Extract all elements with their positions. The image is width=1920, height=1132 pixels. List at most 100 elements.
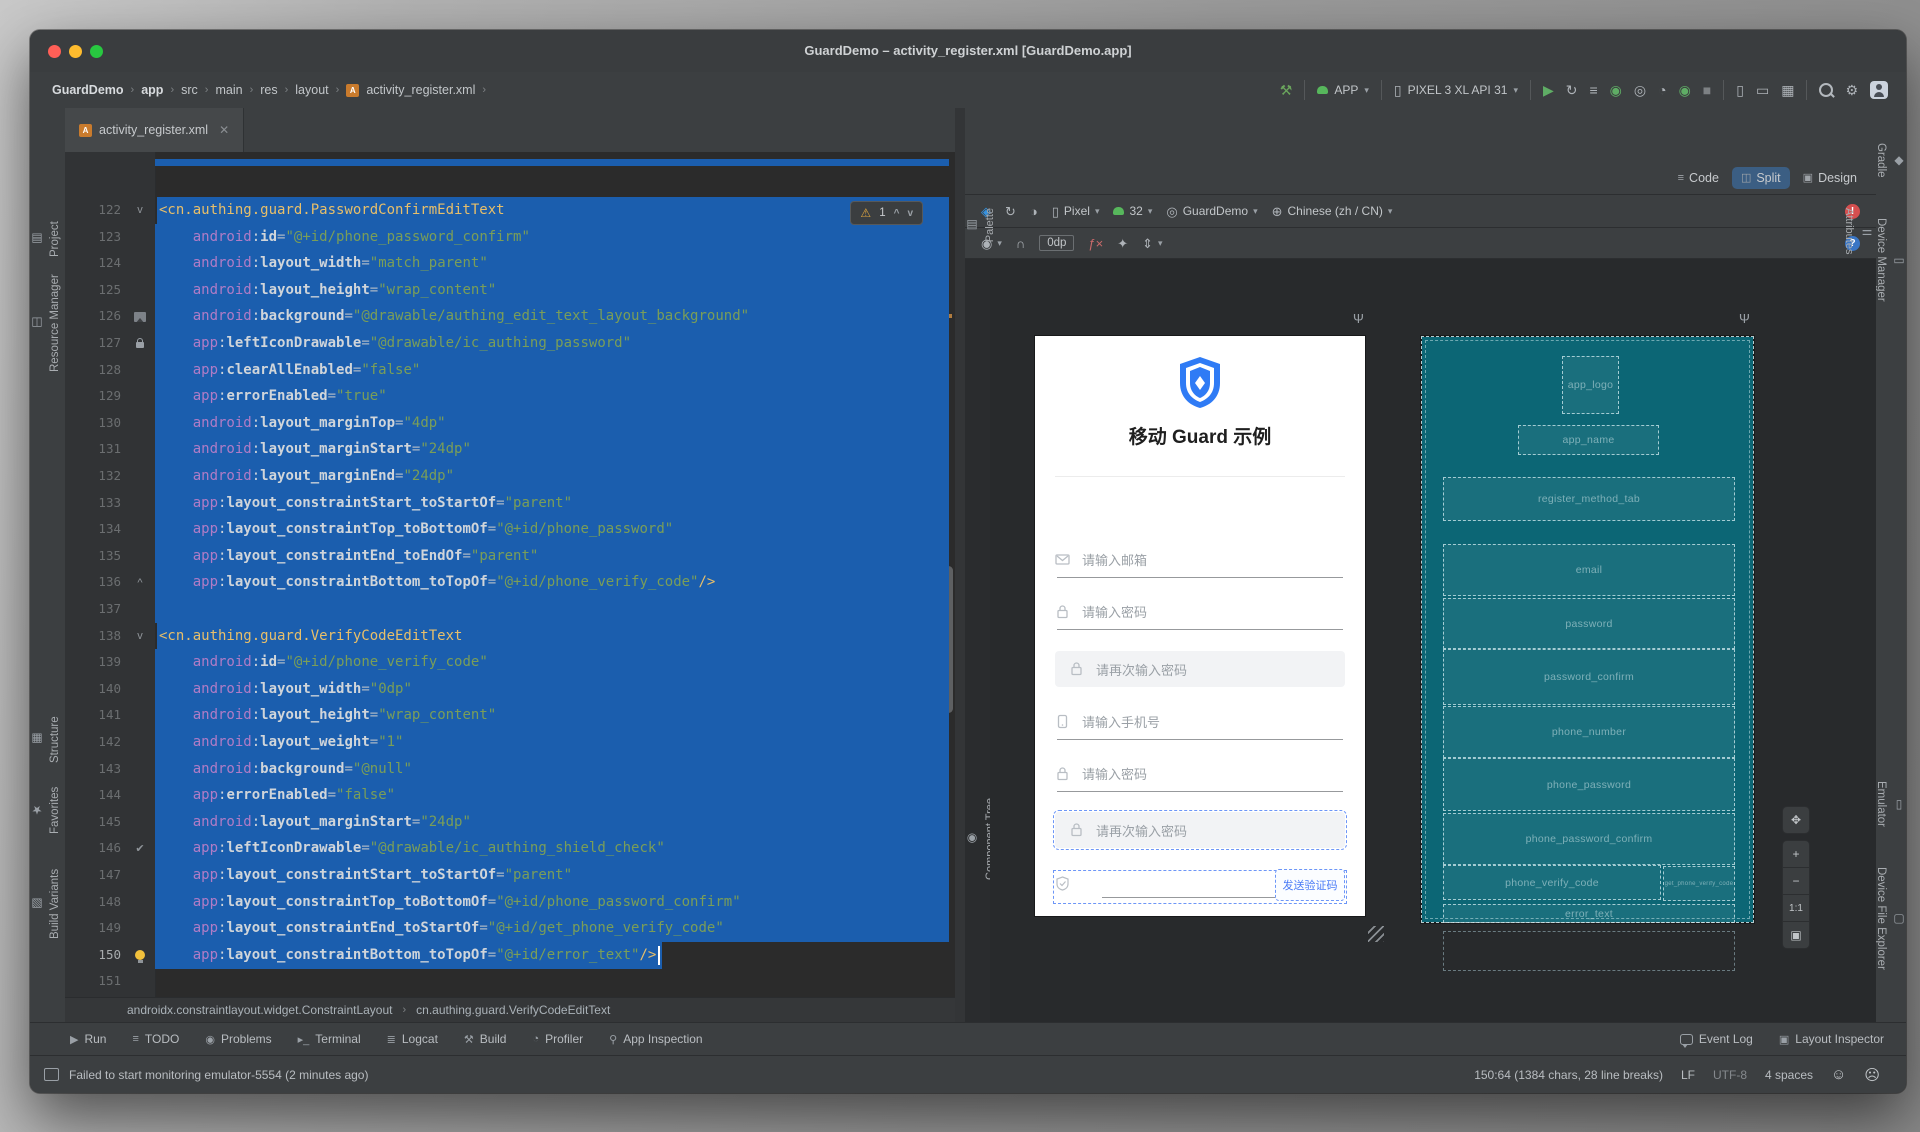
- line-ending[interactable]: LF: [1681, 1068, 1695, 1082]
- breadcrumb-item-main[interactable]: main: [215, 83, 242, 97]
- run-icon[interactable]: ▶: [1543, 83, 1554, 97]
- preview-field-phone-password-confirm[interactable]: 请再次输入密码: [1053, 810, 1347, 850]
- gutter-fold-close-icon[interactable]: ^: [127, 569, 153, 596]
- tool-window-switcher-icon[interactable]: [44, 1068, 59, 1081]
- feedback-happy-icon[interactable]: ☺: [1831, 1066, 1846, 1083]
- blueprint-box-app_logo[interactable]: app_logo: [1562, 356, 1619, 414]
- preview-field-password-confirm[interactable]: 请再次输入密码: [1055, 651, 1345, 687]
- sdk-manager-icon[interactable]: ▦: [1781, 83, 1794, 97]
- sidebar-item-build-variants[interactable]: ▧ Build Variants: [30, 839, 65, 969]
- blueprint-box-email[interactable]: email: [1443, 544, 1735, 596]
- code-line-141[interactable]: 141 android:layout_height="wrap_content": [65, 702, 955, 730]
- mode-design-button[interactable]: ▣ Design: [1794, 167, 1866, 189]
- api-select[interactable]: 32 ▾: [1113, 204, 1152, 218]
- palette-tab[interactable]: ▤ Palette: [965, 208, 996, 242]
- toolwindow-event-log[interactable]: Event Log: [1679, 1032, 1753, 1048]
- code-line-124[interactable]: 124 android:layout_width="match_parent": [65, 250, 955, 278]
- code-line-150[interactable]: 150 app:layout_constraintBottom_toTopOf=…: [65, 941, 955, 969]
- send-code-button[interactable]: 发送验证码: [1275, 869, 1345, 901]
- apply-code-changes-icon[interactable]: ≡: [1589, 83, 1597, 97]
- clear-constraints[interactable]: ƒ×: [1088, 237, 1103, 250]
- zoom-actual-button[interactable]: 1:1: [1783, 895, 1809, 922]
- stop-icon[interactable]: ■: [1703, 83, 1711, 97]
- toolwindow-app-inspection[interactable]: ⚲ App Inspection: [609, 1032, 702, 1046]
- toolwindow-run[interactable]: ▶ Run: [70, 1032, 106, 1046]
- code-line-149[interactable]: 149 app:layout_constraintEnd_toStartOf="…: [65, 915, 955, 943]
- code-line-147[interactable]: 147 app:layout_constraintStart_toStartOf…: [65, 862, 955, 889]
- breadcrumb-item-layout[interactable]: layout: [295, 83, 328, 97]
- breadcrumb-item-GuardDemo[interactable]: GuardDemo: [52, 83, 124, 97]
- code-line-122[interactable]: 122 v <cn.authing.guard.PasswordConfirmEdi…: [65, 197, 955, 224]
- code-line-123[interactable]: 123 android:id="@+id/phone_password_conf…: [65, 223, 955, 251]
- autoconnect[interactable]: ∩: [1016, 237, 1025, 250]
- sidebar-item-device-manager[interactable]: ▭ Device Manager: [1875, 190, 1906, 330]
- code-line-143[interactable]: 143 android:background="@null": [65, 755, 955, 783]
- breadcrumb-item-res[interactable]: res: [260, 83, 277, 97]
- settings-gear-icon[interactable]: ⚙: [1845, 83, 1858, 97]
- code-line-128[interactable]: 128 app:clearAllEnabled="false": [65, 356, 955, 384]
- tab-activity-register-xml[interactable]: A activity_register.xml ✕: [65, 108, 245, 152]
- gutter-fold-open-icon[interactable]: v: [127, 197, 153, 224]
- app-theme-select[interactable]: ◎ GuardDemo ▾: [1166, 204, 1257, 218]
- zoom-in-button[interactable]: +: [1783, 841, 1809, 868]
- code-line-148[interactable]: 148 app:layout_constraintTop_toBottomOf=…: [65, 888, 955, 916]
- search-icon[interactable]: [1819, 83, 1834, 97]
- code-line-139[interactable]: 139 android:id="@+id/phone_verify_code": [65, 649, 955, 677]
- zoom-out-button[interactable]: −: [1783, 868, 1809, 895]
- code-line-126[interactable]: 126 android:background="@drawable/authin…: [65, 303, 955, 331]
- code-editor[interactable]: ⚠ 1 ^ v 122 v <cn.authing.guard.PasswordCo…: [65, 152, 955, 997]
- preview-wrench-icon[interactable]: Ψ: [1353, 311, 1364, 326]
- caret-position[interactable]: 150:64 (1384 chars, 28 line breaks): [1474, 1068, 1663, 1082]
- toolwindow-profiler[interactable]: ◔ Profiler: [532, 1032, 583, 1046]
- apply-changes-icon[interactable]: ↻: [1566, 83, 1578, 97]
- sidebar-item-resource-manager[interactable]: ◫ Resource Manager: [30, 248, 65, 398]
- gutter-bulb-icon[interactable]: [127, 942, 153, 969]
- theme[interactable]: ◑: [1030, 205, 1038, 218]
- debug-icon[interactable]: ◉: [1610, 83, 1622, 97]
- code-line-137[interactable]: 137: [65, 596, 955, 623]
- code-line-142[interactable]: 142 android:layout_weight="1": [65, 729, 955, 756]
- blueprint-wrench-icon[interactable]: Ψ: [1739, 311, 1750, 326]
- infer-constraints[interactable]: ✦: [1117, 237, 1128, 250]
- profile-app-icon[interactable]: ◉: [1679, 83, 1691, 97]
- device-mirroring-icon[interactable]: ▭: [1756, 83, 1769, 97]
- editor-design-splitter[interactable]: [955, 108, 965, 1022]
- feedback-sad-icon[interactable]: ☹: [1864, 1066, 1880, 1084]
- toolwindow-todo[interactable]: ≡ TODO: [132, 1032, 179, 1046]
- blueprint-box-error_text[interactable]: error_text: [1443, 904, 1735, 923]
- blueprint-view[interactable]: app_logo app_name register_method_tab email…: [1421, 336, 1754, 923]
- indent-setting[interactable]: 4 spaces: [1765, 1068, 1813, 1082]
- prev-warning-button[interactable]: ^: [894, 208, 900, 219]
- blueprint-box-get_phone_verify_code[interactable]: get_phone_verify_code: [1663, 866, 1735, 901]
- blueprint-box-phone_password_confirm[interactable]: phone_password_confirm: [1443, 813, 1735, 865]
- code-line-129[interactable]: 129 app:errorEnabled="true": [65, 383, 955, 411]
- preview-resize-handle[interactable]: [1368, 926, 1384, 942]
- code-line-132[interactable]: 132 android:layout_marginEnd="24dp": [65, 463, 955, 490]
- blueprint-box-phone_password[interactable]: phone_password: [1443, 758, 1735, 811]
- zoom-fit-button[interactable]: ▣: [1783, 922, 1809, 948]
- blueprint-box-password_confirm[interactable]: password_confirm: [1443, 649, 1735, 705]
- blueprint-box-password[interactable]: password: [1443, 598, 1735, 649]
- breadcrumb-item-app[interactable]: app: [141, 83, 163, 97]
- toolwindow-logcat[interactable]: ≣ Logcat: [387, 1032, 438, 1046]
- code-line-151[interactable]: 151: [65, 968, 955, 995]
- code-line-144[interactable]: 144 app:errorEnabled="false": [65, 782, 955, 810]
- close-tab-icon[interactable]: ✕: [219, 123, 229, 137]
- toolwindow-layout-inspector[interactable]: ▣ Layout Inspector: [1779, 1032, 1884, 1046]
- breadcrumb-item-src[interactable]: src: [181, 83, 198, 97]
- blueprint-box-app_name[interactable]: app_name: [1518, 425, 1659, 455]
- code-line-136[interactable]: 136 ^ app:layout_constraintBottom_toTopOf…: [65, 569, 955, 597]
- toolwindow-problems[interactable]: ◉ Problems: [205, 1032, 271, 1046]
- code-line-134[interactable]: 134 app:layout_constraintTop_toBottomOf=…: [65, 516, 955, 544]
- user-avatar[interactable]: [1870, 81, 1888, 99]
- blueprint-box-phone_number[interactable]: phone_number: [1443, 706, 1735, 758]
- code-line-127[interactable]: 127 app:leftIconDrawable="@drawable/ic_a…: [65, 330, 955, 357]
- code-line-138[interactable]: 138 v <cn.authing.guard.VerifyCodeEditText: [65, 622, 955, 650]
- mode-split-button[interactable]: ◫ Split: [1731, 166, 1790, 189]
- layout-preview[interactable]: 移动 Guard 示例 请输入邮箱 请输入密码 请再次输入密码 请输入手机号 请输入密码…: [1035, 336, 1365, 916]
- gutter-shield-icon[interactable]: ✔: [127, 835, 153, 862]
- next-warning-button[interactable]: v: [907, 208, 913, 219]
- preview-field-email[interactable]: 请输入邮箱: [1055, 548, 1345, 578]
- code-line-146[interactable]: 146 ✔ app:leftIconDrawable="@drawable/ic_…: [65, 835, 955, 863]
- build-hammer-icon[interactable]: ⚒: [1280, 83, 1293, 97]
